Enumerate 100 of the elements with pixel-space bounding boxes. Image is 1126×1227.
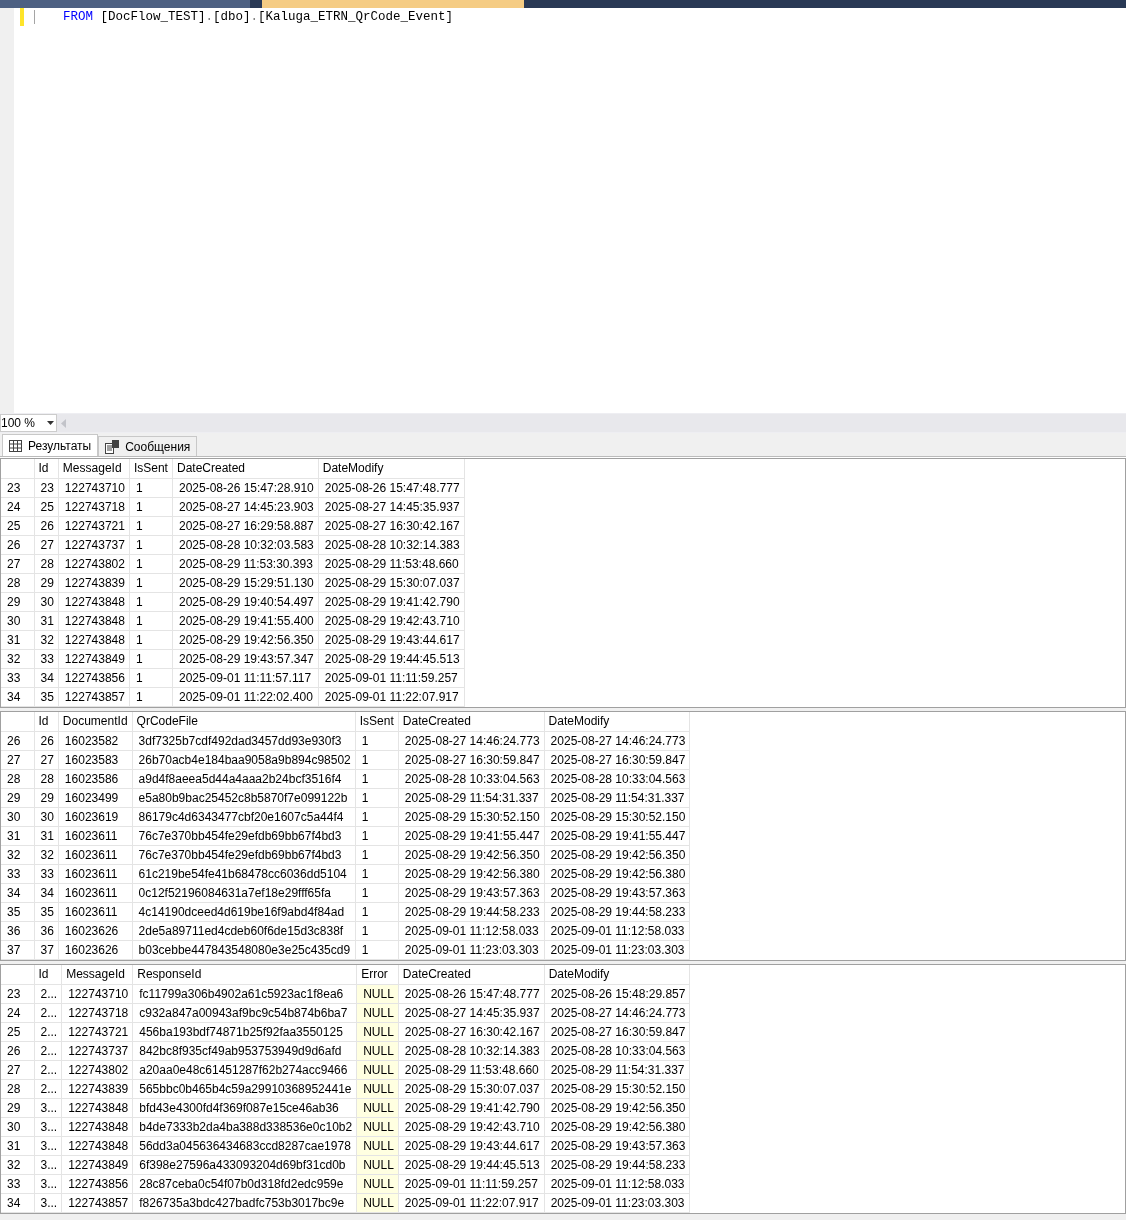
column-header[interactable]: DateModify [544, 965, 690, 984]
table-cell: 1 [129, 497, 173, 516]
row-number[interactable]: 33 [1, 864, 34, 883]
table-cell: 2025-08-27 16:30:42.167 [318, 516, 465, 535]
table-cell: 2025-08-29 19:44:58.233 [398, 902, 545, 921]
row-number[interactable]: 26 [1, 535, 34, 554]
row-number[interactable]: 34 [1, 1193, 34, 1212]
column-header[interactable]: QrCodeFile [132, 712, 356, 731]
table-cell: 2025-09-01 11:11:59.257 [318, 668, 465, 687]
column-header[interactable]: MessageId [61, 965, 133, 984]
row-number[interactable]: 27 [1, 1060, 34, 1079]
table-cell: 2025-08-27 16:30:59.847 [544, 1022, 690, 1041]
table-cell: 1 [355, 807, 399, 826]
row-number[interactable]: 24 [1, 1003, 34, 1022]
column-header[interactable]: DateCreated [398, 712, 545, 731]
table-cell: 2025-08-29 19:43:44.617 [398, 1136, 545, 1155]
table-cell: bfd43e4300fd4f369f087e15ce46ab36 [132, 1098, 357, 1117]
row-number[interactable]: 23 [1, 478, 34, 497]
column-header[interactable]: Id [34, 459, 59, 478]
table-cell: 1 [355, 902, 399, 921]
row-number[interactable]: 29 [1, 1098, 34, 1117]
column-header[interactable]: DateModify [318, 459, 465, 478]
column-header[interactable]: DateCreated [172, 459, 319, 478]
row-number[interactable]: 30 [1, 1117, 34, 1136]
table-cell: 16023626 [58, 921, 133, 940]
table-cell: 2025-08-29 19:41:55.447 [544, 826, 690, 845]
table-cell: 32 [34, 630, 59, 649]
zoom-dropdown[interactable]: 100 % [0, 414, 57, 432]
row-number[interactable]: 35 [1, 902, 34, 921]
table-cell: 2... [34, 1060, 62, 1079]
row-number[interactable]: 31 [1, 1136, 34, 1155]
table-cell: 122743856 [58, 668, 130, 687]
table-cell: 2025-08-29 11:53:30.393 [172, 554, 319, 573]
row-number[interactable]: 34 [1, 687, 34, 706]
row-number[interactable]: 29 [1, 592, 34, 611]
row-number[interactable]: 26 [1, 731, 34, 750]
row-number[interactable]: 26 [1, 1041, 34, 1060]
table-cell: 16023582 [58, 731, 133, 750]
table-cell: 122743839 [61, 1079, 133, 1098]
column-header[interactable]: Id [34, 712, 59, 731]
column-header[interactable]: MessageId [58, 459, 130, 478]
table-cell: 2025-08-29 19:43:57.363 [398, 883, 545, 902]
column-header[interactable]: IsSent [355, 712, 399, 731]
row-number[interactable]: 33 [1, 1174, 34, 1193]
row-number[interactable]: 28 [1, 769, 34, 788]
row-number[interactable]: 23 [1, 984, 34, 1003]
row-number[interactable]: 31 [1, 826, 34, 845]
caret-icon [47, 421, 54, 425]
table-cell: 2025-08-29 11:53:48.660 [318, 554, 465, 573]
row-number[interactable]: 32 [1, 649, 34, 668]
row-number[interactable]: 28 [1, 1079, 34, 1098]
row-number[interactable]: 29 [1, 788, 34, 807]
table-cell: 2... [34, 1041, 62, 1060]
column-header[interactable]: DateModify [544, 712, 690, 731]
row-number[interactable]: 27 [1, 750, 34, 769]
column-header[interactable]: DateCreated [398, 965, 545, 984]
table-cell: 122743710 [61, 984, 133, 1003]
table-cell: 1 [129, 611, 173, 630]
row-number[interactable]: 27 [1, 554, 34, 573]
document-tab[interactable] [0, 0, 250, 8]
table-cell: 3... [34, 1193, 62, 1212]
row-number[interactable]: 33 [1, 668, 34, 687]
column-header[interactable]: Id [34, 965, 62, 984]
row-number[interactable]: 37 [1, 940, 34, 959]
row-number[interactable]: 25 [1, 516, 34, 535]
row-number[interactable]: 32 [1, 1155, 34, 1174]
column-header[interactable]: DocumentId [58, 712, 133, 731]
table-cell: 23 [34, 478, 59, 497]
table-cell: 122743848 [58, 630, 130, 649]
results-tab[interactable]: Результаты [2, 434, 99, 456]
table-cell: e5a80b9bac25452c8b5870f7e099122b [132, 788, 356, 807]
table-cell: 3... [34, 1098, 62, 1117]
table-cell: 2... [34, 1022, 62, 1041]
table-cell: 2025-09-01 11:22:07.917 [398, 1193, 545, 1212]
row-number[interactable]: 25 [1, 1022, 34, 1041]
column-header[interactable]: Error [356, 965, 399, 984]
table-cell: 122743737 [61, 1041, 133, 1060]
table-cell: 122743710 [58, 478, 130, 497]
table-cell: 1 [355, 826, 399, 845]
row-number[interactable]: 31 [1, 630, 34, 649]
row-number[interactable]: 32 [1, 845, 34, 864]
table-cell: 122743802 [58, 554, 130, 573]
row-number[interactable]: 30 [1, 611, 34, 630]
row-number[interactable]: 30 [1, 807, 34, 826]
column-header[interactable]: IsSent [129, 459, 173, 478]
table-cell: 2025-08-27 14:45:23.903 [172, 497, 319, 516]
table-cell: 1 [355, 750, 399, 769]
scroll-left-icon[interactable] [61, 418, 66, 428]
column-header[interactable]: ResponseId [132, 965, 357, 984]
row-number[interactable]: 24 [1, 497, 34, 516]
table-cell: 2025-08-26 15:48:29.857 [544, 984, 690, 1003]
row-number[interactable]: 36 [1, 921, 34, 940]
table-cell: 0c12f52196084631a7ef18e29fff65fa [132, 883, 356, 902]
table-cell: 1 [129, 649, 173, 668]
row-number[interactable]: 34 [1, 883, 34, 902]
table-cell: 2025-08-29 19:42:56.350 [172, 630, 319, 649]
code-line: FROM [DocFlow_TEST].[dbo].[Kaluga_ETRN_QrCode_Event] [63, 9, 454, 26]
document-tab[interactable] [262, 0, 524, 8]
results-tab[interactable]: Сообщения [98, 436, 198, 456]
row-number[interactable]: 28 [1, 573, 34, 592]
